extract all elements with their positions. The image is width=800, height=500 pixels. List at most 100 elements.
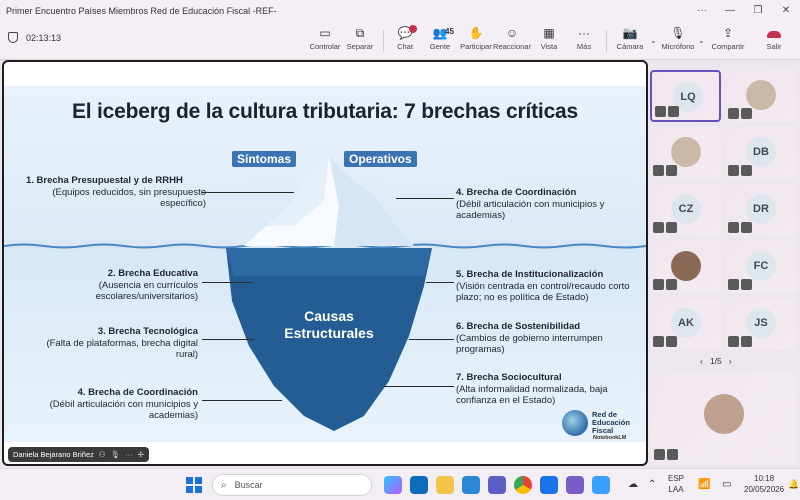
item-title: 2. Brecha Educativa xyxy=(107,268,198,279)
participant-tile[interactable] xyxy=(725,70,796,122)
camera-off-icon xyxy=(728,336,739,347)
control-label: Controlar xyxy=(309,42,341,51)
raise-hand-button[interactable]: ✋ Participar xyxy=(456,25,496,51)
connector-line xyxy=(202,282,252,283)
app-icon[interactable] xyxy=(566,476,584,494)
share-button[interactable]: ⇪ Compartir xyxy=(708,25,748,51)
participant-initials: AK xyxy=(671,308,701,338)
search-icon: ⌕ xyxy=(221,479,227,491)
minimize-button[interactable]: — xyxy=(716,0,744,22)
self-view-tile[interactable] xyxy=(650,372,796,464)
detach-button[interactable]: ⧉ Separar xyxy=(340,25,380,51)
participant-tile[interactable] xyxy=(650,241,721,293)
leave-button[interactable]: Salir xyxy=(754,25,794,51)
participant-tile[interactable]: JS xyxy=(725,298,796,350)
item-desc: (Ausencia en currículos escolares/univer… xyxy=(95,279,198,303)
teams-app-icon[interactable] xyxy=(488,476,506,494)
camera-off-icon xyxy=(653,165,664,176)
next-page-chevron-icon[interactable]: › xyxy=(729,356,732,366)
shield-icon xyxy=(8,32,18,43)
onedrive-icon[interactable]: ☁ xyxy=(628,479,638,490)
smile-icon: ☺ xyxy=(505,26,519,40)
camera-off-icon xyxy=(655,106,666,117)
grid-icon: ▦ xyxy=(543,26,555,40)
participant-tile[interactable]: AK xyxy=(650,298,721,350)
camera-off-icon xyxy=(653,279,664,290)
camera-button[interactable]: 📷 Cámara xyxy=(610,25,650,51)
more-options-icon[interactable]: ··· xyxy=(688,0,716,22)
meeting-timer: 02:13:13 xyxy=(8,32,61,43)
participant-tile[interactable]: LQ xyxy=(650,70,721,122)
presenter-share-icon: ⚇ xyxy=(98,450,106,459)
language-indicator[interactable]: ESP LAA xyxy=(668,473,684,495)
gallery-pager: ‹ 1/5 › xyxy=(700,356,732,366)
chat-icon: 💬 xyxy=(397,26,413,40)
mic-off-icon xyxy=(741,336,752,347)
item-desc: (Alta informalidad normalizada, baja con… xyxy=(456,383,608,407)
tray-overflow-icon[interactable]: ⌃ xyxy=(648,479,656,490)
wifi-icon[interactable]: 📶 xyxy=(698,479,710,490)
hand-icon: ✋ xyxy=(468,26,484,40)
connector-line xyxy=(202,192,294,193)
presentation-slide: Síntomas Operativos El iceberg de la cul… xyxy=(4,86,646,442)
mic-off-icon xyxy=(741,165,752,176)
presenter-more-icon[interactable]: ··· xyxy=(125,450,133,459)
item-title: 4. Brecha de Coordinación xyxy=(456,187,577,198)
close-button[interactable]: ✕ xyxy=(772,0,800,22)
app-icon[interactable] xyxy=(540,476,558,494)
ellipsis-icon: ··· xyxy=(578,26,590,40)
prev-page-chevron-icon[interactable]: ‹ xyxy=(700,356,703,366)
camera-options-chevron-icon[interactable]: ⌄ xyxy=(650,36,657,45)
phone-hangup-icon xyxy=(754,25,794,42)
pin-icon[interactable]: ✢ xyxy=(138,450,144,459)
participant-tile[interactable] xyxy=(650,127,721,179)
people-button[interactable]: 👥 45 Gente xyxy=(420,25,460,51)
outlook-app-icon[interactable] xyxy=(410,476,428,494)
mic-options-chevron-icon[interactable]: ⌄ xyxy=(698,36,705,45)
microphone-button[interactable]: 🎙 Micrófono xyxy=(658,25,698,51)
timer-text: 02:13:13 xyxy=(26,32,62,43)
participant-photo xyxy=(746,80,776,110)
windows-taskbar: ⌕ Buscar ☁ ⌃ ESP LAA 📶 ▭ 10:18 20/05/202… xyxy=(0,468,800,500)
camera-label: Cámara xyxy=(616,42,644,51)
search-placeholder: Buscar xyxy=(234,480,263,490)
item-title: 3. Brecha Tecnológica xyxy=(97,326,198,337)
control-icon: ▭ xyxy=(319,26,331,40)
edge-app-icon[interactable] xyxy=(462,476,480,494)
participant-tile[interactable]: DR xyxy=(725,184,796,236)
mic-off-icon xyxy=(666,279,677,290)
copilot-app-icon[interactable] xyxy=(384,476,402,494)
control-button[interactable]: ▭ Controlar xyxy=(305,25,345,51)
connector-line xyxy=(409,339,454,340)
item-desc: (Débil articulación con municipios y aca… xyxy=(456,198,605,222)
mic-off-icon xyxy=(741,108,752,119)
react-button[interactable]: ☺ Reaccionar xyxy=(492,25,532,51)
camera-off-icon xyxy=(653,336,664,347)
battery-icon[interactable]: ▭ xyxy=(722,479,731,490)
chrome-app-icon[interactable] xyxy=(514,476,532,494)
leave-label: Salir xyxy=(766,42,782,51)
react-label: Reaccionar xyxy=(493,42,531,51)
windows-start-button[interactable] xyxy=(186,477,202,493)
chat-button[interactable]: 💬 Chat xyxy=(385,25,425,51)
self-avatar xyxy=(704,394,744,434)
participant-tile[interactable]: FC xyxy=(725,241,796,293)
notifications-icon[interactable]: 🔔 xyxy=(788,479,799,490)
app-icon[interactable] xyxy=(592,476,610,494)
more-button[interactable]: ··· Más xyxy=(564,25,604,51)
item-desc: (Débil articulación con municipios y aca… xyxy=(49,398,198,422)
microphone-label: Micrófono xyxy=(661,42,695,51)
maximize-button[interactable]: ❐ xyxy=(744,0,772,22)
camera-off-icon xyxy=(728,108,739,119)
red-educacion-fiscal-logo: Red de Educación Fiscal xyxy=(562,410,630,436)
participant-tile[interactable]: CZ xyxy=(650,184,721,236)
file-explorer-app-icon[interactable] xyxy=(436,476,454,494)
clock[interactable]: 10:18 20/05/2026 xyxy=(744,473,784,495)
view-button[interactable]: ▦ Vista xyxy=(529,25,569,51)
detach-label: Separar xyxy=(346,42,374,51)
taskbar-search[interactable]: ⌕ Buscar xyxy=(212,474,372,496)
participant-tile[interactable]: DB xyxy=(725,127,796,179)
left-item: 1. Brecha Presupuestal y de RRHH (Equipo… xyxy=(26,175,206,210)
window-titlebar: Primer Encuentro Países Miembros Red de … xyxy=(0,0,800,22)
item-desc: (Visión centrada en control/recaudo cort… xyxy=(456,280,630,304)
